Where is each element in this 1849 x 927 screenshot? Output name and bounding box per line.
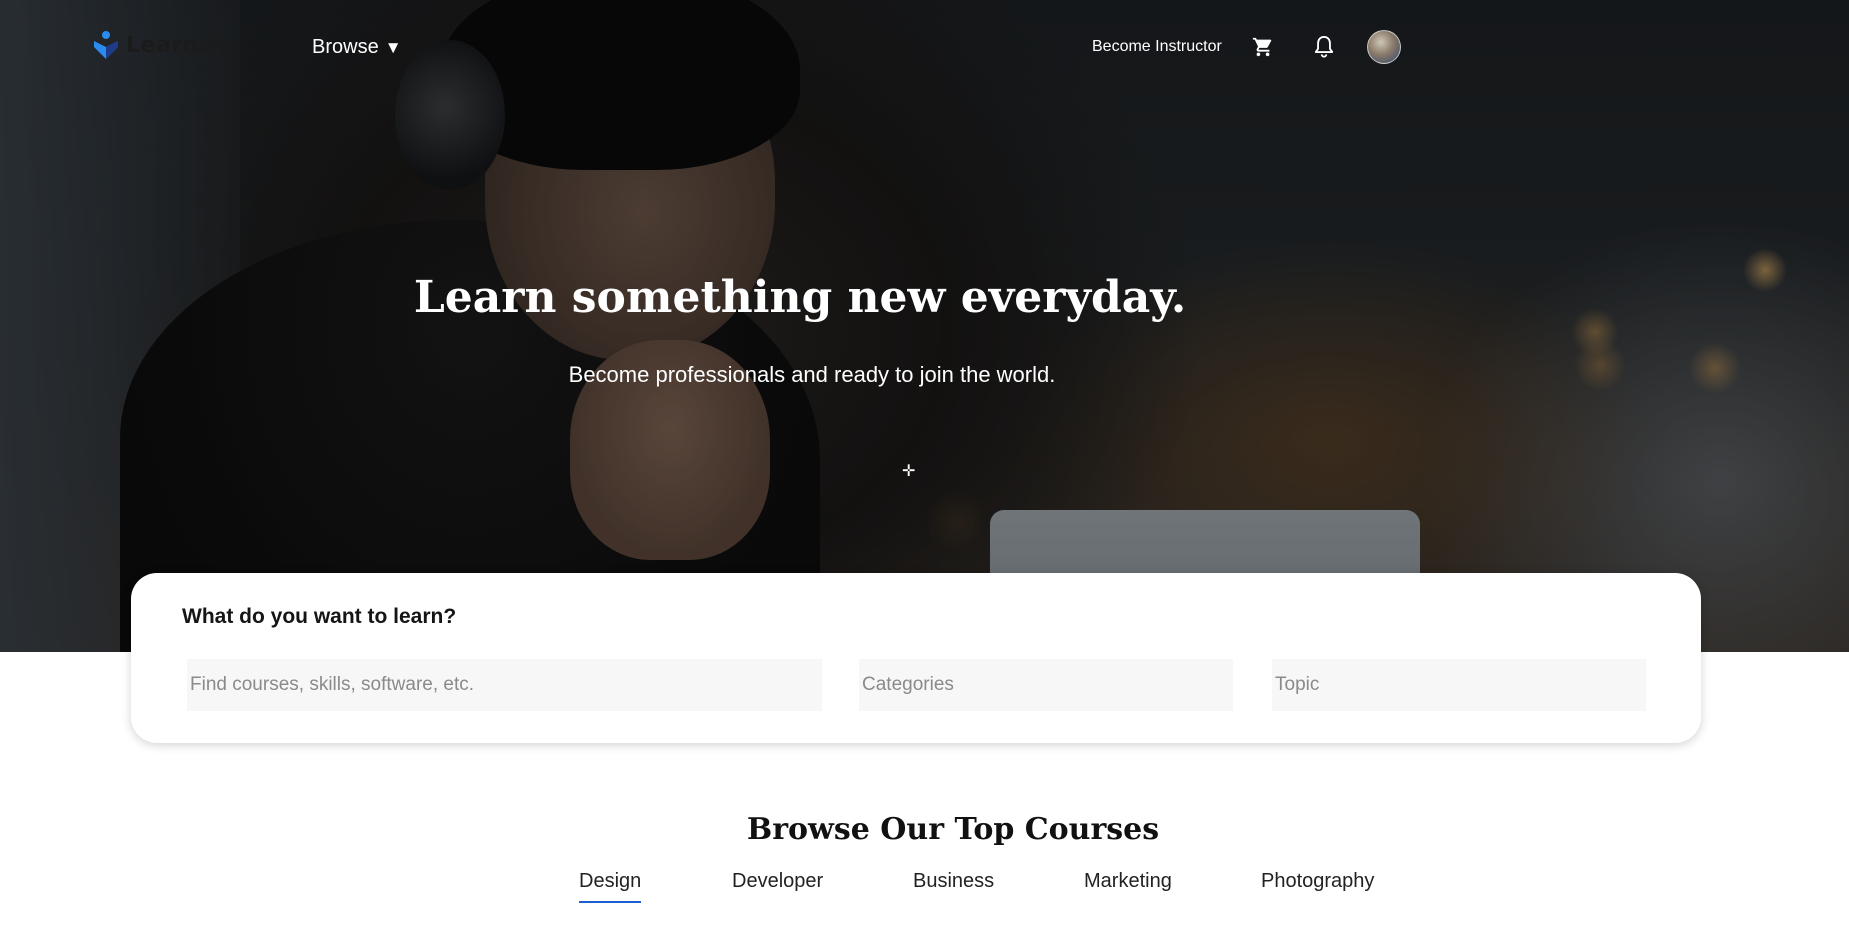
chevron-down-icon: ▼ bbox=[384, 37, 402, 57]
tab-marketing[interactable]: Marketing bbox=[1084, 870, 1172, 901]
logo-text: Learnify bbox=[126, 32, 232, 58]
hero-title: Learn something new everyday. bbox=[413, 272, 1187, 323]
cart-icon[interactable] bbox=[1252, 36, 1274, 58]
move-cursor-icon: ✛ bbox=[902, 463, 916, 480]
avatar[interactable] bbox=[1367, 30, 1401, 64]
browse-label: Browse bbox=[312, 36, 379, 58]
hero-banner bbox=[0, 0, 1849, 652]
hero-overlay bbox=[0, 0, 1849, 652]
search-card-title: What do you want to learn? bbox=[182, 605, 457, 628]
become-instructor-link[interactable]: Become Instructor bbox=[1092, 38, 1222, 56]
hero-subtitle: Become professionals and ready to join t… bbox=[568, 362, 1056, 387]
tab-photography[interactable]: Photography bbox=[1261, 870, 1374, 901]
tab-developer[interactable]: Developer bbox=[732, 870, 823, 901]
browse-menu-button[interactable]: Browse ▼ bbox=[312, 36, 402, 59]
topic-field[interactable] bbox=[1272, 659, 1646, 711]
logo-icon bbox=[94, 31, 118, 59]
section-title: Browse Our Top Courses bbox=[746, 812, 1160, 847]
course-category-tabs: Design Developer Business Marketing Phot… bbox=[0, 870, 1849, 910]
tab-design[interactable]: Design bbox=[579, 870, 642, 903]
categories-field[interactable] bbox=[859, 659, 1233, 711]
tab-business[interactable]: Business bbox=[913, 870, 994, 901]
search-card: What do you want to learn? bbox=[131, 573, 1701, 743]
logo[interactable]: Learnify bbox=[92, 30, 232, 60]
search-input[interactable] bbox=[187, 659, 822, 711]
bell-icon[interactable] bbox=[1313, 35, 1335, 59]
